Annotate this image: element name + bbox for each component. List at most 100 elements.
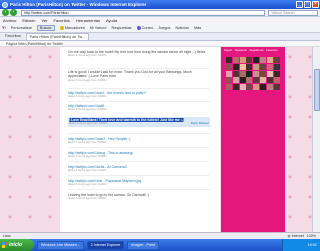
friend-avatar[interactable] (246, 70, 253, 77)
search-input[interactable]: Yahoo! Search (268, 9, 318, 16)
friend-avatar[interactable] (226, 77, 232, 84)
forward-arrow-icon[interactable]: › (10, 9, 17, 16)
tab-strip: Favoritos Paris Hilton (ParisHilton) on … (0, 33, 320, 41)
friend-avatar[interactable] (232, 77, 239, 84)
toolbar-search-button[interactable]: Buscar (36, 25, 55, 31)
friend-avatar[interactable] (226, 84, 232, 91)
friend-avatar[interactable] (273, 84, 280, 91)
friend-avatar[interactable] (273, 63, 280, 70)
friend-avatar[interactable] (273, 57, 280, 63)
friend-avatar[interactable] (246, 57, 253, 63)
friend-avatar[interactable] (266, 84, 273, 91)
friend-avatar[interactable] (266, 57, 273, 63)
internet-explorer-icon (2, 1, 8, 8)
menu-item-archivo[interactable]: Archivo (3, 18, 16, 23)
tweet: Life is good! I couldn't ask for more. T… (68, 70, 192, 82)
friend-avatar[interactable] (246, 77, 253, 84)
friend-avatar[interactable] (239, 84, 246, 91)
friend-avatar[interactable] (266, 63, 273, 70)
friend-avatar[interactable] (226, 63, 232, 70)
toolbar-mail[interactable]: Correo (136, 26, 153, 30)
friend-avatar[interactable] (253, 84, 260, 91)
tweet: http://twitpic.com/1lcsvg - This is amaz… (68, 151, 134, 159)
friend-avatar[interactable] (246, 84, 253, 91)
yahoo-logo[interactable]: Y! (2, 26, 6, 30)
mail-icon (136, 26, 141, 30)
toolbar-news[interactable]: Noticias (175, 26, 189, 30)
clock[interactable]: 19:01 (307, 243, 317, 247)
toolbar-my-yahoo[interactable]: Mi Yahoo! (90, 26, 107, 30)
friend-avatar[interactable] (259, 77, 266, 84)
taskbar-internet-explorer[interactable]: 2 Internet Explorer (86, 240, 125, 250)
menu-item-favoritos[interactable]: Favoritos (53, 18, 69, 23)
twitter-timeline: On our way back to the hotel! My feet hu… (60, 47, 220, 232)
zoom-level[interactable]: 100% (307, 234, 316, 238)
address-input[interactable]: http://twitter.com/ParisHilton (21, 9, 265, 16)
maximize-button[interactable]: □ (304, 1, 311, 8)
reply-retweet-actions[interactable]: Reply Retweet (191, 121, 209, 125)
toolbar-more[interactable]: Más (194, 26, 201, 30)
tweet-highlighted: I Love Brazilians! Their love and warmth… (68, 117, 210, 127)
tweet-divider (68, 161, 210, 162)
menu-item-edicion[interactable]: Edición (22, 18, 35, 23)
friend-avatar[interactable] (232, 57, 239, 63)
friend-avatar[interactable] (259, 70, 266, 77)
status-bar: Listo ◍ Internet 100% (0, 232, 320, 239)
friend-avatar[interactable] (259, 57, 266, 63)
system-tray: 19:01 (282, 239, 320, 251)
friend-avatar[interactable] (226, 70, 232, 77)
friend-avatar[interactable] (273, 70, 280, 77)
friend-avatar[interactable] (266, 77, 273, 84)
menu-item-ayuda[interactable]: Ayuda (106, 18, 117, 23)
friend-avatar[interactable] (253, 57, 260, 63)
taskbar-paint[interactable]: Imagen - Paint (127, 240, 159, 250)
back-arrow-icon[interactable]: ‹ (2, 9, 9, 16)
scrollbar-thumb[interactable] (314, 69, 320, 111)
friend-avatar[interactable] (246, 63, 253, 70)
friend-avatar[interactable] (273, 77, 280, 84)
tab-twitter[interactable]: Paris Hilton (ParisHilton) on Tw... (25, 33, 90, 40)
friend-avatar[interactable] (232, 63, 239, 70)
friend-avatar[interactable] (239, 63, 246, 70)
menu-item-herramientas[interactable]: Herramientas (76, 18, 100, 23)
tweet: http://twitpic.com/1lcsvl - Ilox moves n… (68, 91, 146, 99)
windows-logo-icon (2, 242, 8, 248)
window-title-bar[interactable]: Paris Hilton (ParisHilton) on Twitter - … (0, 0, 320, 9)
friend-avatar[interactable] (239, 57, 246, 63)
toolbar-bookmarks[interactable]: Marcadores (59, 26, 85, 30)
tweet: http://twitpic.com/1lcsr - Paparazzi May… (68, 179, 142, 187)
friend-avatar[interactable] (239, 77, 246, 84)
friend-avatar[interactable] (266, 70, 273, 77)
friend-avatar[interactable] (253, 77, 260, 84)
friend-avatar[interactable] (232, 84, 239, 91)
tweet-divider (68, 133, 210, 134)
friend-avatar[interactable] (253, 63, 260, 70)
toolbar-answers[interactable]: Respuestas (112, 26, 132, 30)
friend-avatar[interactable] (253, 70, 260, 77)
friend-avatar[interactable] (239, 70, 246, 77)
tab-favorites[interactable]: Favoritos (2, 33, 24, 40)
taskbar-messenger[interactable]: Windows Live Messen... (37, 240, 84, 250)
friend-avatar[interactable] (259, 84, 266, 91)
start-button[interactable]: inicio (0, 239, 34, 251)
toolbar-games[interactable]: Juegos (158, 26, 170, 30)
star-icon (59, 26, 64, 30)
friend-avatar[interactable] (226, 57, 232, 63)
sidebar-links[interactable]: Seguir · Siguiendo · Seguidores · Favori… (221, 47, 285, 54)
window-title: Paris Hilton (ParisHilton) on Twitter - … (10, 2, 147, 7)
following-avatar-grid (226, 57, 280, 91)
menu-bar: Archivo Edición Ver Favoritos Herramient… (0, 17, 320, 24)
minimize-button[interactable]: _ (296, 1, 303, 8)
address-row: ‹ › http://twitter.com/ParisHilton Yahoo… (0, 9, 320, 17)
tweet-divider (68, 147, 210, 148)
tweet-divider (68, 68, 210, 69)
close-button[interactable]: × (312, 1, 319, 8)
yahoo-toolbar: Y! Personalizar Buscar Marcadores Mi Yah… (0, 24, 320, 33)
toolbar-personalize[interactable]: Personalizar (11, 26, 32, 30)
friend-avatar[interactable] (259, 63, 266, 70)
windows-taskbar: inicio Windows Live Messen... 2 Internet… (0, 239, 320, 251)
vertical-scrollbar[interactable] (312, 47, 320, 232)
friend-avatar[interactable] (232, 70, 239, 77)
tweet: http://twitpic.com/1lcse2 - Hey People! … (68, 137, 131, 145)
menu-item-ver[interactable]: Ver (41, 18, 47, 23)
